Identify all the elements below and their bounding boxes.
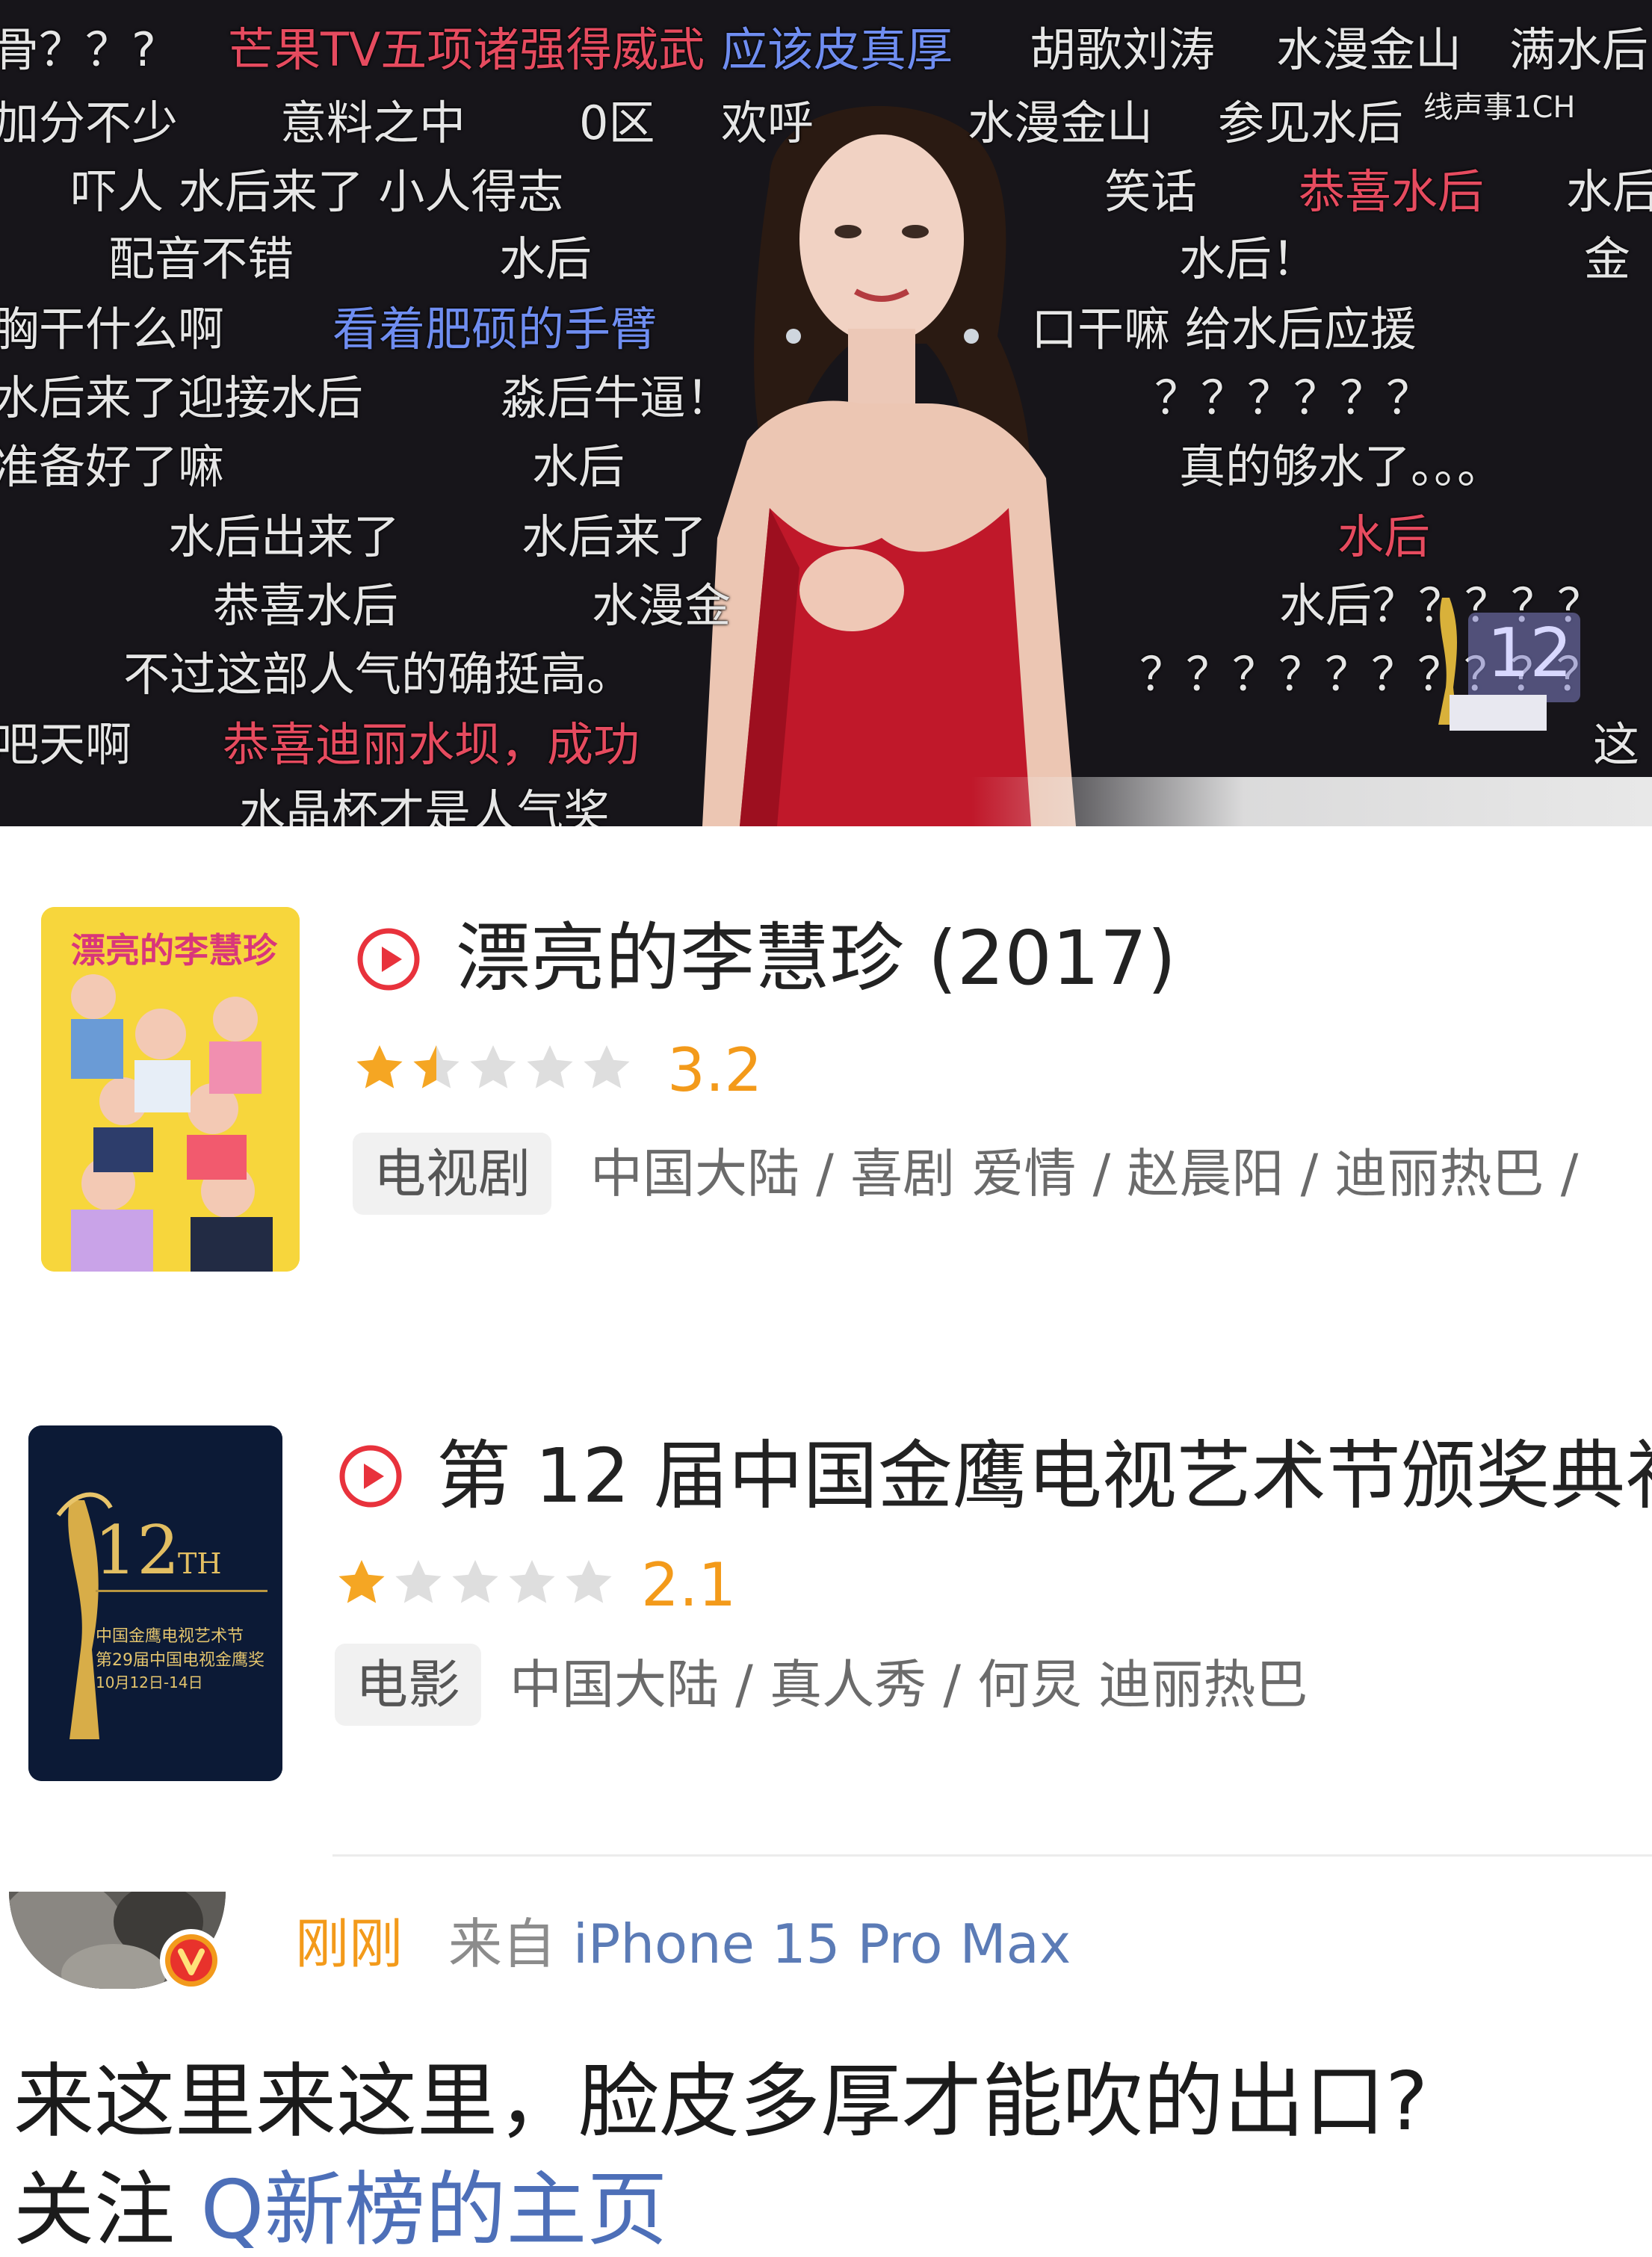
play-icon[interactable]	[338, 1443, 403, 1509]
video-screenshot[interactable]: 骨？？? 芒果TV五项诸强得威武 应该皮真厚 胡歌刘涛 水漫金山 满水后 加分不…	[0, 0, 1652, 826]
video-bottom-fade	[971, 777, 1652, 826]
danmaku-comment: 线声事1CH	[1423, 90, 1576, 125]
star-empty-icon	[527, 1045, 573, 1089]
danmaku-comment: 水后	[499, 232, 593, 286]
movie-title[interactable]: 漂亮的李慧珍 (2017)	[456, 921, 1176, 996]
danmaku-comment: 恭喜水后	[1299, 164, 1485, 219]
movie-meta: 中国大陆 / 喜剧 爱情 / 赵晨阳 / 迪丽热巴 /	[590, 1143, 1579, 1204]
poster-illustration: 12 TH	[28, 1425, 282, 1781]
danmaku-comment: 准备好了嘛	[0, 439, 225, 494]
danmaku-comment: 恭喜迪丽水坝，成功	[223, 717, 640, 772]
danmaku-comment: ？？？？？？	[1154, 371, 1433, 425]
section-divider	[332, 1854, 1652, 1857]
danmaku-comment: 水后出来了	[168, 510, 400, 564]
rating-score: 2.1	[641, 1550, 737, 1620]
poster-subtitle: 中国金鹰电视艺术节	[96, 1627, 244, 1646]
danmaku-comment: 不过这部人气的确挺高。	[123, 647, 634, 702]
danmaku-comment: 笑话	[1104, 164, 1198, 219]
danmaku-comment: 水后	[1566, 164, 1652, 219]
danmaku-comment: 应该皮真厚	[721, 22, 953, 77]
poster-subtitle: 第29届中国电视金鹰奖	[96, 1651, 264, 1670]
device-link[interactable]: iPhone 15 Pro Max	[573, 1913, 1071, 1975]
play-icon[interactable]	[356, 926, 421, 992]
movie-title[interactable]: 第 12 届中国金鹰电视艺术节颁奖典礼	[436, 1439, 1652, 1514]
profile-link[interactable]: Q新榜的主页	[200, 2164, 667, 2257]
svg-text:TH: TH	[178, 1547, 221, 1580]
follow-prefix: 关注	[13, 2164, 176, 2257]
post-source: 来自 iPhone 15 Pro Max	[448, 1917, 1071, 1971]
danmaku-comment: 水漫金	[592, 578, 731, 633]
star-empty-icon	[452, 1560, 498, 1603]
star-full-icon	[338, 1560, 385, 1603]
danmaku-comment: 这	[1593, 717, 1640, 772]
svg-text:12: 12	[1487, 614, 1573, 693]
danmaku-comment: 满水后	[1509, 22, 1649, 77]
danmaku-comment: 水晶杯才是人气奖	[239, 784, 610, 827]
star-empty-icon	[470, 1045, 516, 1089]
danmaku-comment: 吧天啊	[0, 717, 132, 772]
rating-score: 3.2	[667, 1035, 763, 1105]
danmaku-comment: 水后	[1337, 510, 1431, 564]
verified-v-icon	[160, 1929, 223, 1992]
star-empty-icon	[509, 1560, 555, 1603]
danmaku-comment: 金	[1584, 232, 1631, 286]
golden-eagle-trophy-logo: 12	[1438, 598, 1580, 731]
poster-date: 10月12日-14日	[96, 1674, 203, 1691]
star-full-icon	[356, 1045, 403, 1089]
danmaku-comment: 意料之中	[280, 96, 466, 150]
danmaku-comment: 欢呼	[721, 96, 814, 150]
danmaku-comment: 水漫金山	[968, 96, 1154, 150]
danmaku-comment: 吓人 水后来了 小人得志	[71, 164, 564, 219]
poster-title: 漂亮的李慧珍	[71, 930, 277, 970]
danmaku-comment: 口干嘛 给水后应援	[1031, 302, 1417, 356]
star-empty-icon	[566, 1560, 612, 1603]
follow-line: 关注 Q新榜的主页	[13, 2170, 667, 2251]
danmaku-comment: 水漫金山	[1276, 22, 1462, 77]
danmaku-comment: 加分不少	[0, 96, 179, 150]
comment-text: 来这里来这里，脸皮多厚才能吹的出口?	[13, 2055, 1429, 2149]
danmaku-comment: 淼后牛逼！	[501, 371, 733, 425]
danmaku-comment: 水后来了	[522, 510, 708, 564]
star-rating	[353, 1041, 634, 1100]
danmaku-comment: 骨？？?	[0, 22, 156, 77]
danmaku-comment: 看着肥硕的手臂	[332, 302, 658, 356]
star-empty-icon	[584, 1045, 630, 1089]
movie-poster[interactable]: 12 TH 中国金鹰电视艺术节 第29届中国电视金鹰奖 10月12日-14日	[28, 1425, 282, 1781]
source-prefix: 来自	[448, 1913, 557, 1975]
svg-text:12: 12	[94, 1511, 180, 1590]
danmaku-comment: 胡歌刘涛	[1030, 22, 1216, 77]
danmaku-comment: 水后！	[1179, 232, 1319, 286]
star-half-icon	[413, 1045, 460, 1089]
post-time: 刚刚	[295, 1913, 403, 1975]
danmaku-comment: 恭喜水后	[213, 578, 399, 633]
danmaku-comment: 0区	[579, 96, 655, 150]
danmaku-comment: 配音不错	[108, 232, 294, 286]
danmaku-comment: 水后来了迎接水后	[0, 371, 364, 425]
danmaku-comment: 芒果TV五项诸强得威武	[228, 22, 705, 77]
movie-poster[interactable]: 漂亮的李慧珍	[41, 907, 300, 1272]
danmaku-comment: 胸干什么啊	[0, 302, 225, 356]
danmaku-comment: 参见水后	[1218, 96, 1404, 150]
star-rating	[335, 1555, 616, 1615]
star-empty-icon	[395, 1560, 442, 1603]
category-tag: 电视剧	[353, 1133, 551, 1215]
danmaku-comment: 水后	[532, 439, 625, 494]
category-tag: 电影	[335, 1644, 481, 1726]
danmaku-comment: 真的够水了。。。	[1179, 439, 1504, 494]
movie-meta: 中国大陆 / 真人秀 / 何炅 迪丽热巴	[510, 1654, 1308, 1715]
